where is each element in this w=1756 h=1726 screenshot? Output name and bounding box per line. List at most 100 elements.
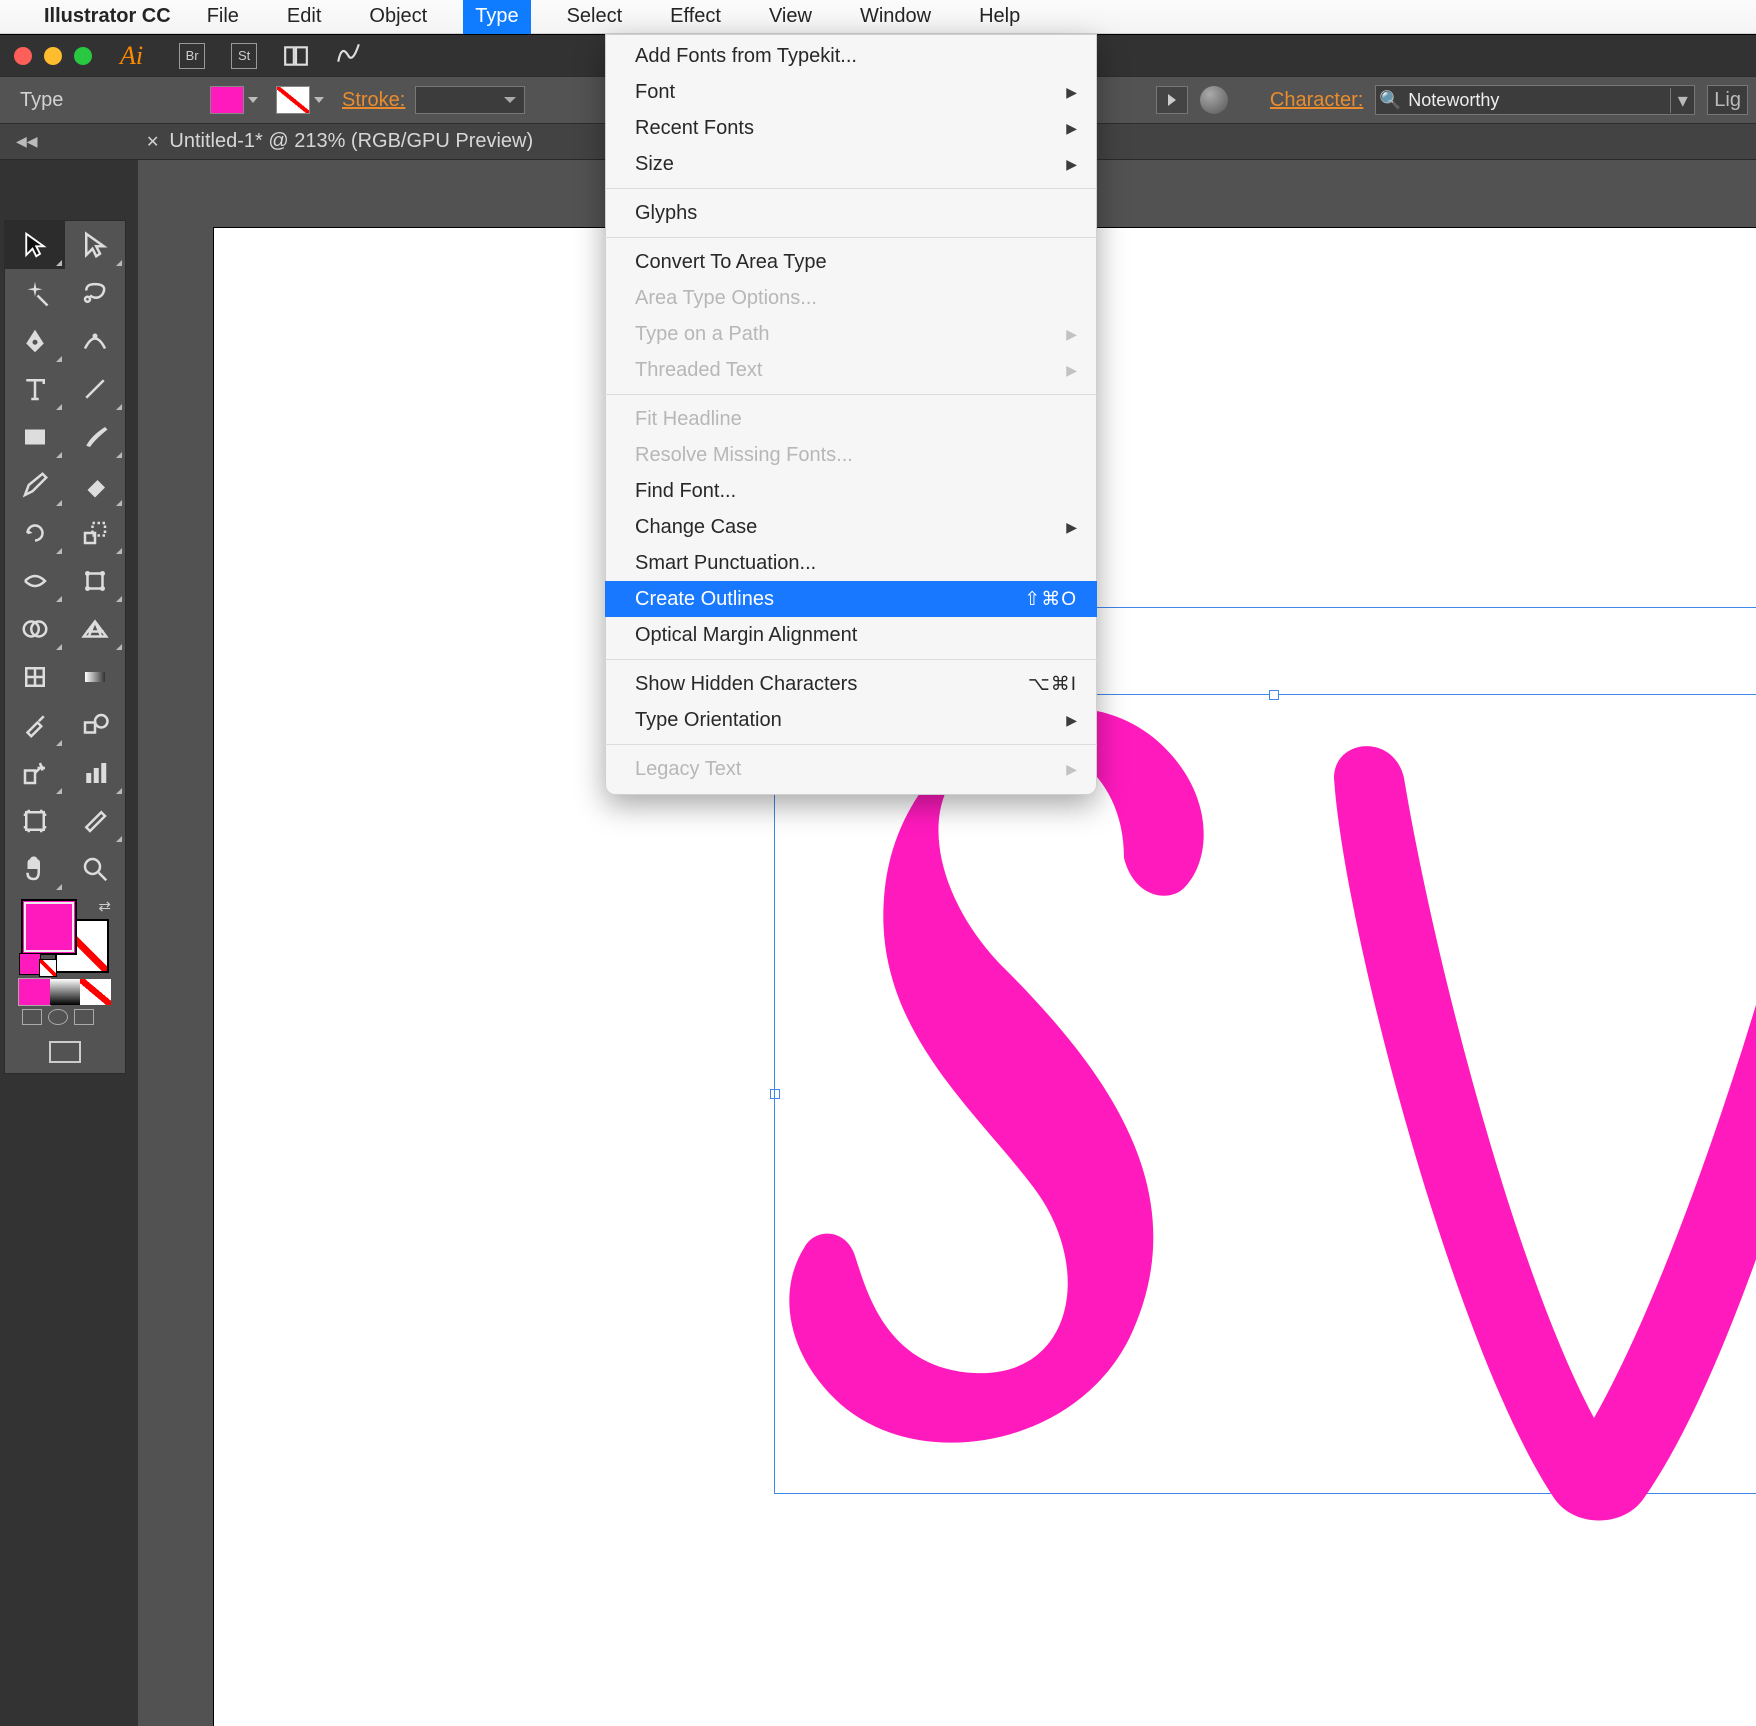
eraser-tool-icon[interactable] [65, 461, 125, 509]
illustrator-brand-icon: Ai [120, 41, 143, 71]
menu-item-glyphs[interactable]: Glyphs [605, 195, 1097, 231]
hand-tool-icon[interactable] [5, 845, 65, 893]
free-transform-tool-icon[interactable] [65, 557, 125, 605]
draw-inside-icon[interactable] [74, 1009, 94, 1025]
menu-item-show-hidden-characters[interactable]: Show Hidden Characters⌥⌘I [605, 666, 1097, 702]
pen-tool-icon[interactable] [5, 317, 65, 365]
direct-selection-tool-icon[interactable] [65, 221, 125, 269]
close-window-icon[interactable] [14, 47, 32, 65]
fill-stroke-proxy[interactable]: ⇄ [19, 897, 111, 975]
font-family-select[interactable]: 🔍 Noteworthy ▾ [1375, 85, 1695, 115]
menu-item-smart-punctuation[interactable]: Smart Punctuation... [605, 545, 1097, 581]
fill-dropdown-icon[interactable] [248, 97, 258, 103]
zoom-tool-icon[interactable] [65, 845, 125, 893]
gradient-mode-icon[interactable] [50, 979, 81, 1005]
stroke-dropdown-icon[interactable] [314, 97, 324, 103]
fill-proxy-swatch[interactable] [21, 899, 77, 955]
none-mode-icon[interactable] [80, 979, 111, 1005]
artboard-tool-icon[interactable] [5, 797, 65, 845]
menu-item-find-font[interactable]: Find Font... [605, 473, 1097, 509]
stroke-panel-link[interactable]: Stroke: [342, 89, 405, 112]
rectangle-tool-icon[interactable] [5, 413, 65, 461]
scale-tool-icon[interactable] [65, 509, 125, 557]
menu-item-label: Create Outlines [635, 588, 774, 611]
menu-window[interactable]: Window [848, 0, 943, 34]
draw-behind-icon[interactable] [48, 1009, 68, 1025]
submenu-arrow-icon: ▶ [1066, 120, 1077, 137]
default-fill-stroke-icon-b[interactable] [39, 959, 57, 977]
document-tab-title: Untitled-1* @ 213% (RGB/GPU Preview) [169, 130, 533, 153]
zoom-window-icon[interactable] [74, 47, 92, 65]
menu-item-fit-headline: Fit Headline [605, 401, 1097, 437]
gpu-performance-icon[interactable] [335, 40, 361, 72]
menu-item-change-case[interactable]: Change Case▶ [605, 509, 1097, 545]
magic-wand-tool-icon[interactable] [5, 269, 65, 317]
menu-item-add-fonts-from-typekit[interactable]: Add Fonts from Typekit... [605, 38, 1097, 74]
eyedropper-tool-icon[interactable] [5, 701, 65, 749]
menu-item-label: Type Orientation [635, 709, 782, 732]
bridge-icon[interactable]: Br [179, 43, 205, 69]
menu-type[interactable]: Type [463, 0, 530, 34]
menu-object[interactable]: Object [357, 0, 439, 34]
paintbrush-tool-icon[interactable] [65, 413, 125, 461]
menu-select[interactable]: Select [555, 0, 635, 34]
menu-file[interactable]: File [195, 0, 251, 34]
font-search-icon[interactable]: 🔍 [1376, 90, 1404, 111]
collapse-panel-icon[interactable]: ◀◀ [16, 133, 36, 150]
variable-width-profile-icon[interactable] [1156, 86, 1188, 114]
character-panel-link[interactable]: Character: [1270, 89, 1363, 112]
menu-item-create-outlines[interactable]: Create Outlines⇧⌘O [605, 581, 1097, 617]
blend-tool-icon[interactable] [65, 701, 125, 749]
chevron-down-icon[interactable]: ▾ [1670, 88, 1694, 113]
stock-icon[interactable]: St [231, 43, 257, 69]
rotate-tool-icon[interactable] [5, 509, 65, 557]
app-title[interactable]: Illustrator CC [44, 5, 171, 28]
arrange-documents-icon[interactable] [283, 43, 309, 69]
menu-view[interactable]: View [757, 0, 824, 34]
menu-item-type-orientation[interactable]: Type Orientation ▶ [605, 702, 1097, 738]
menu-item-label: Smart Punctuation... [635, 552, 816, 575]
font-style-select[interactable]: Lig [1707, 85, 1748, 115]
pencil-tool-icon[interactable] [5, 461, 65, 509]
selection-type-label: Type [0, 89, 210, 112]
curvature-tool-icon[interactable] [65, 317, 125, 365]
stroke-weight-input[interactable] [415, 86, 525, 114]
lasso-tool-icon[interactable] [65, 269, 125, 317]
column-graph-tool-icon[interactable] [65, 749, 125, 797]
screen-mode-icon[interactable] [5, 1035, 125, 1073]
mesh-tool-icon[interactable] [5, 653, 65, 701]
stroke-color-swatch[interactable] [276, 86, 310, 114]
menu-edit[interactable]: Edit [275, 0, 333, 34]
menu-item-convert-to-area-type[interactable]: Convert To Area Type [605, 244, 1097, 280]
default-fill-stroke-icon-a[interactable] [19, 953, 41, 975]
symbol-sprayer-tool-icon[interactable] [5, 749, 65, 797]
menu-effect[interactable]: Effect [658, 0, 733, 34]
type-tool-icon[interactable] [5, 365, 65, 413]
menu-item-recent-fonts[interactable]: Recent Fonts▶ [605, 110, 1097, 146]
menu-separator [605, 188, 1097, 189]
menu-item-legacy-text: Legacy Text▶ [605, 751, 1097, 787]
recolor-artwork-icon[interactable] [1200, 86, 1228, 114]
menu-item-size[interactable]: Size▶ [605, 146, 1097, 182]
menu-item-label: Size [635, 153, 674, 176]
close-tab-icon[interactable]: ✕ [146, 132, 159, 152]
menu-item-optical-margin-alignment[interactable]: Optical Margin Alignment [605, 617, 1097, 653]
submenu-arrow-icon: ▶ [1066, 712, 1077, 729]
line-segment-tool-icon[interactable] [65, 365, 125, 413]
menu-item-font[interactable]: Font▶ [605, 74, 1097, 110]
minimize-window-icon[interactable] [44, 47, 62, 65]
shape-builder-tool-icon[interactable] [5, 605, 65, 653]
solid-color-mode-icon[interactable] [19, 979, 50, 1005]
menu-help[interactable]: Help [967, 0, 1032, 34]
selection-tool-icon[interactable] [5, 221, 65, 269]
swap-fill-stroke-icon[interactable]: ⇄ [98, 897, 111, 915]
slice-tool-icon[interactable] [65, 797, 125, 845]
perspective-grid-tool-icon[interactable] [65, 605, 125, 653]
document-tab[interactable]: ✕ Untitled-1* @ 213% (RGB/GPU Preview) [146, 130, 533, 153]
gradient-tool-icon[interactable] [65, 653, 125, 701]
menu-item-label: Fit Headline [635, 408, 742, 431]
fill-color-swatch[interactable] [210, 86, 244, 114]
width-tool-icon[interactable] [5, 557, 65, 605]
font-family-value: Noteworthy [1404, 90, 1670, 111]
draw-normal-icon[interactable] [22, 1009, 42, 1025]
